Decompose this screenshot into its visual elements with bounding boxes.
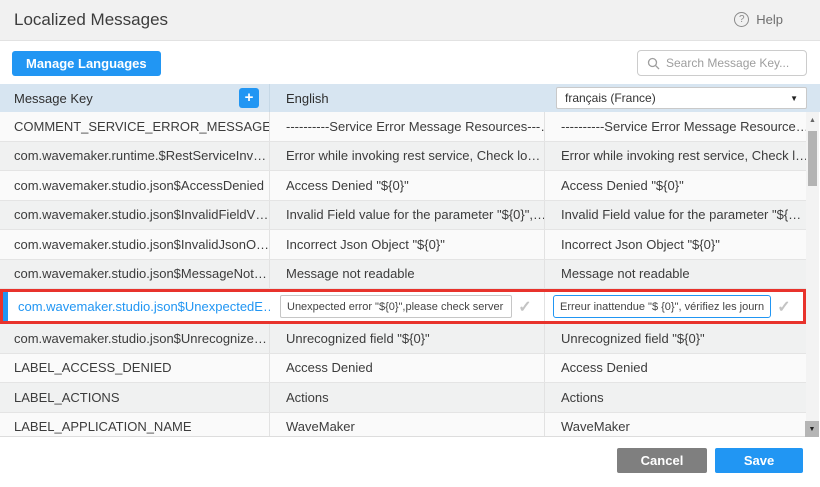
help-button[interactable]: ? Help [734, 12, 783, 27]
french-message-input[interactable] [553, 295, 771, 318]
scroll-up-icon[interactable]: ▲ [806, 117, 819, 124]
french-message-cell: Access Denied "${0}" [545, 171, 806, 200]
table-row-selected[interactable]: com.wavemaker.studio.json$UnexpectedE… ✓ ✓ [0, 289, 806, 324]
column-header-language: français (France) ▼ [545, 84, 820, 112]
english-message-cell: Access Denied [270, 354, 545, 383]
scroll-down-icon[interactable]: ▼ [805, 421, 819, 437]
table-row[interactable]: com.wavemaker.runtime.$RestServiceInv…Er… [0, 142, 806, 172]
table-row[interactable]: LABEL_APPLICATION_NAMEWaveMakerWaveMaker [0, 413, 806, 438]
message-key-cell: com.wavemaker.studio.json$InvalidFieldV… [0, 201, 270, 230]
english-message-cell: Actions [270, 383, 545, 412]
table-row[interactable]: COMMENT_SERVICE_ERROR_MESSAGES----------… [0, 112, 806, 142]
english-message-cell: Invalid Field value for the parameter "$… [270, 201, 545, 230]
table-body: COMMENT_SERVICE_ERROR_MESSAGES----------… [0, 112, 806, 437]
localized-messages-dialog: Localized Messages ? Help Manage Languag… [0, 0, 820, 487]
message-key-cell: LABEL_ACTIONS [0, 383, 270, 412]
search-box[interactable] [637, 50, 807, 76]
english-message-cell: Unrecognized field "${0}" [270, 324, 545, 353]
french-message-cell: Access Denied [545, 354, 806, 383]
english-message-cell: WaveMaker [270, 413, 545, 438]
french-edit-cell: ✓ [545, 292, 803, 321]
message-key-cell: COMMENT_SERVICE_ERROR_MESSAGES [0, 112, 270, 141]
message-key-cell: LABEL_ACCESS_DENIED [0, 354, 270, 383]
table-row[interactable]: LABEL_ACCESS_DENIEDAccess DeniedAccess D… [0, 354, 806, 384]
table-header: Message Key English français (France) ▼ [0, 84, 820, 112]
message-key-cell: com.wavemaker.studio.json$UnexpectedE… [8, 292, 270, 321]
french-message-cell: Message not readable [545, 260, 806, 289]
scrollbar-thumb[interactable] [808, 131, 817, 186]
french-message-cell: Actions [545, 383, 806, 412]
message-key-cell: com.wavemaker.studio.json$Unrecognize… [0, 324, 270, 353]
chevron-down-icon: ▼ [790, 94, 798, 103]
english-message-cell: Incorrect Json Object "${0}" [270, 230, 545, 259]
french-message-cell: ----------Service Error Message Resource… [545, 112, 806, 141]
french-message-cell: Unrecognized field "${0}" [545, 324, 806, 353]
confirm-check-icon[interactable]: ✓ [512, 297, 538, 317]
language-select-value: français (France) [565, 91, 656, 105]
add-message-key-button[interactable]: + [239, 88, 259, 108]
table-row[interactable]: LABEL_ACTIONSActionsActions [0, 383, 806, 413]
english-message-cell: Error while invoking rest service, Check… [270, 142, 545, 171]
help-icon: ? [734, 12, 749, 27]
save-button[interactable]: Save [715, 448, 803, 473]
cancel-button[interactable]: Cancel [617, 448, 707, 473]
english-message-cell: Access Denied "${0}" [270, 171, 545, 200]
column-header-english: English [270, 84, 545, 112]
table-row[interactable]: com.wavemaker.studio.json$Unrecognize…Un… [0, 324, 806, 354]
message-key-cell: com.wavemaker.studio.json$InvalidJsonO… [0, 230, 270, 259]
language-select[interactable]: français (France) ▼ [556, 87, 807, 109]
table-row[interactable]: com.wavemaker.studio.json$InvalidFieldV…… [0, 201, 806, 231]
table-row[interactable]: com.wavemaker.studio.json$InvalidJsonO…I… [0, 230, 806, 260]
help-label: Help [756, 12, 783, 27]
confirm-check-icon[interactable]: ✓ [771, 297, 797, 317]
english-message-input[interactable] [280, 295, 512, 318]
english-message-cell: ----------Service Error Message Resource… [270, 112, 545, 141]
search-input[interactable] [666, 56, 797, 70]
french-message-cell: WaveMaker [545, 413, 806, 438]
message-key-cell: com.wavemaker.runtime.$RestServiceInv… [0, 142, 270, 171]
message-key-cell: com.wavemaker.studio.json$MessageNot… [0, 260, 270, 289]
title-bar: Localized Messages ? Help [0, 0, 820, 41]
table-row[interactable]: com.wavemaker.studio.json$MessageNot…Mes… [0, 260, 806, 290]
message-key-cell: com.wavemaker.studio.json$AccessDenied [0, 171, 270, 200]
manage-languages-button[interactable]: Manage Languages [12, 51, 161, 76]
french-message-cell: Error while invoking rest service, Check… [545, 142, 806, 171]
table-scrollbar[interactable]: ▲ ▼ [806, 112, 819, 437]
page-title: Localized Messages [14, 10, 168, 30]
footer: Cancel Save [0, 437, 820, 487]
french-message-cell: Incorrect Json Object "${0}" [545, 230, 806, 259]
french-message-cell: Invalid Field value for the parameter "$… [545, 201, 806, 230]
table-row[interactable]: com.wavemaker.studio.json$AccessDeniedAc… [0, 171, 806, 201]
english-message-cell: Message not readable [270, 260, 545, 289]
message-key-cell: LABEL_APPLICATION_NAME [0, 413, 270, 438]
english-edit-cell: ✓ [270, 292, 545, 321]
column-header-message-key: Message Key [0, 84, 270, 112]
search-icon [647, 57, 660, 70]
